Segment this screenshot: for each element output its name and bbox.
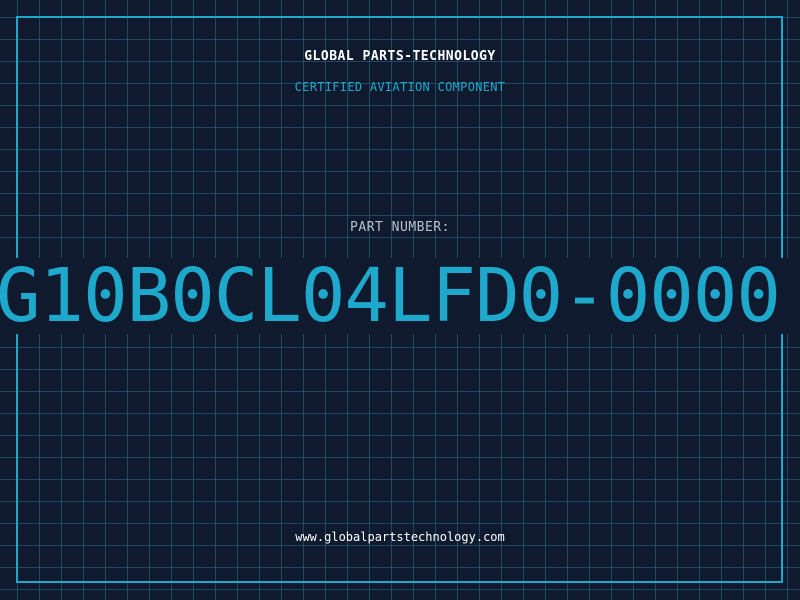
part-number-value: G10B0CL04LFD0-0000 [0, 258, 781, 334]
company-name: GLOBAL PARTS-TECHNOLOGY [304, 49, 496, 64]
part-number-label: PART NUMBER: [350, 220, 450, 235]
certification-subtitle: CERTIFIED AVIATION COMPONENT [294, 80, 506, 94]
part-number-band: G10B0CL04LFD0-0000 [0, 258, 800, 334]
label-canvas: GLOBAL PARTS-TECHNOLOGY CERTIFIED AVIATI… [0, 0, 800, 600]
website-url: www.globalpartstechnology.com [295, 530, 505, 544]
